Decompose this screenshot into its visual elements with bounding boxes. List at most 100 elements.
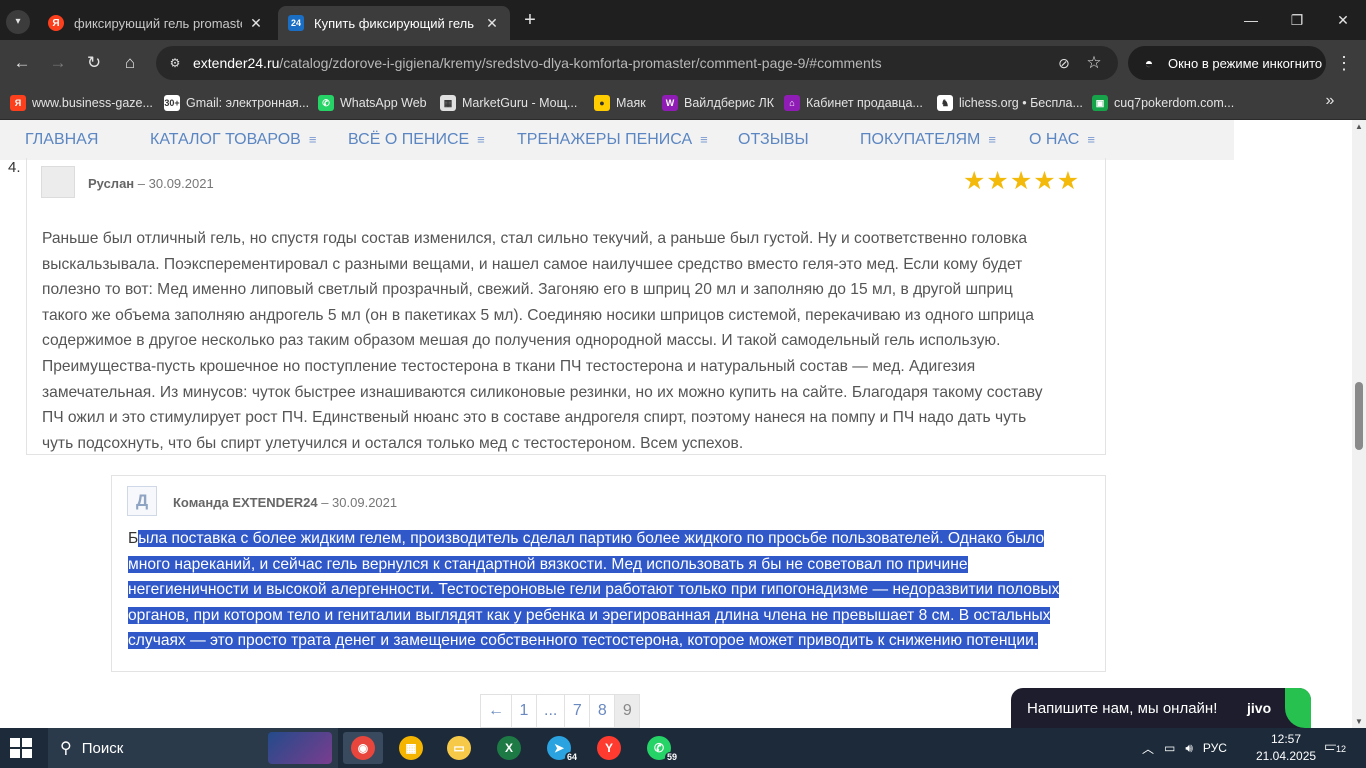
scroll-up-icon[interactable]: ▲ xyxy=(1352,122,1366,131)
scroll-down-icon[interactable]: ▼ xyxy=(1352,717,1366,726)
browser-tab-2-active[interactable]: 24 Купить фиксирующий гель Pro ✕ xyxy=(278,6,510,40)
app-glyph: Y xyxy=(597,736,621,760)
comment-line: Раньше был отличный гель, но спустя годы… xyxy=(42,230,1028,247)
whatsapp-icon: ✆ xyxy=(318,95,334,111)
gmail-icon: 30+ xyxy=(164,95,180,111)
comment-line: полезно то вот: Мед именно липовый светл… xyxy=(42,281,1013,299)
nav-item[interactable]: ТРЕНАЖЕРЫ ПЕНИСА ≡ xyxy=(517,131,708,149)
bookmarks-bar: » Яwww.business-gaze... 30+ Gmail: электро… xyxy=(0,86,1366,120)
jivo-logo-icon: jivo xyxy=(1247,700,1272,716)
pagination: ← 1... 7 8 9 xyxy=(480,694,641,728)
avatar xyxy=(41,166,75,198)
minimize-icon[interactable]: — xyxy=(1236,8,1266,32)
explorer-icon[interactable]: ▭ xyxy=(439,732,479,764)
reply-date: – 30.09.2021 xyxy=(321,495,398,510)
comment-line: ПЧ ожил и это стимулирует рост ПЧ. Единс… xyxy=(42,409,1027,427)
close-tab-icon[interactable]: ✕ xyxy=(248,15,264,32)
bookmark-item[interactable]: ⌂ Кабинет продавца... xyxy=(784,92,923,114)
new-tab-button[interactable]: + xyxy=(518,8,542,32)
notifications-icon[interactable]: ▭ 12 xyxy=(1324,738,1349,758)
prev-page-button[interactable]: ← xyxy=(480,694,512,728)
search-icon: ⚲ xyxy=(60,740,72,757)
comment-date: – 30.09.2021 xyxy=(137,176,214,191)
notifications-count: 12 xyxy=(1334,744,1349,754)
app-glyph: ◉ xyxy=(351,736,375,760)
yandex-browser-icon[interactable]: Y xyxy=(589,732,629,764)
page-scrollbar[interactable]: ▲ ▼ xyxy=(1352,120,1366,728)
comment-author: Руслан xyxy=(88,176,135,191)
taskbar-search-placeholder: Поиск xyxy=(81,739,124,757)
address-bar[interactable]: ⚙ extender24.ru/catalog/zdorove-i-gigien… xyxy=(156,46,1118,80)
more-bookmarks-icon[interactable]: » xyxy=(1320,92,1340,110)
volume-icon[interactable]: 🔊︎ xyxy=(1185,741,1193,756)
browser-tab-1[interactable]: Я фиксирующий гель promaster ✕ xyxy=(38,6,274,40)
home-icon[interactable]: ⌂ xyxy=(118,51,142,75)
eye-off-icon[interactable]: ⊘ xyxy=(1054,54,1074,72)
page-button[interactable]: 7 xyxy=(564,694,591,728)
page-button[interactable]: 1 xyxy=(511,694,537,728)
taskbar-search[interactable]: ⚲ Поиск xyxy=(48,728,338,768)
close-tab-icon[interactable]: ✕ xyxy=(484,15,500,32)
bookmark-item[interactable]: ▦ MarketGuru - Мощ... xyxy=(440,92,577,114)
bookmark-label: MarketGuru - Мощ... xyxy=(462,96,578,110)
bookmark-item[interactable]: ▣ cuq7pokerdom.com... xyxy=(1092,92,1234,114)
bookmark-item[interactable]: ✆ WhatsApp Web xyxy=(318,92,427,114)
bookmark-label: www.business-gaze... xyxy=(32,96,153,110)
tray-icons[interactable]: ︿ ▭ 🔊︎ РУС xyxy=(1142,728,1227,768)
marketguru-icon: ▦ xyxy=(440,95,456,111)
nav-item[interactable]: О НАС ≡ xyxy=(1029,131,1095,149)
dropdown-icon: ≡ xyxy=(988,132,996,147)
nav-item[interactable]: ОТЗЫВЫ xyxy=(738,131,809,149)
nav-item[interactable]: ПОКУПАТЕЛЯМ ≡ xyxy=(860,131,996,149)
site-info-icon[interactable]: ⚙ xyxy=(166,54,184,72)
bookmark-item[interactable]: W Вайлдберис ЛК xyxy=(662,92,774,114)
bookmark-label: lichess.org • Беспла... xyxy=(959,96,1083,110)
nav-item-label: ВСЁ О ПЕНИСЕ xyxy=(348,131,470,148)
close-window-icon[interactable]: ✕ xyxy=(1328,8,1358,32)
incognito-icon: ◓ xyxy=(1144,55,1154,71)
chat-widget[interactable]: Напишите нам, мы онлайн! jivo xyxy=(1011,688,1311,728)
show-hidden-icons-icon[interactable]: ︿ xyxy=(1142,740,1154,757)
telegram-icon[interactable]: ➤ 64 xyxy=(539,732,579,764)
bookmark-item[interactable]: ♞ lichess.org • Беспла... xyxy=(937,92,1083,114)
store-icon[interactable]: ▦ xyxy=(391,732,431,764)
chrome-icon[interactable]: ◉ xyxy=(343,732,383,764)
comment-meta: Руслан – 30.09.2021 xyxy=(88,176,214,191)
restore-icon[interactable]: ❐ xyxy=(1282,8,1312,32)
bookmark-item[interactable]: Яwww.business-gaze... xyxy=(10,92,153,114)
language-indicator[interactable]: РУС xyxy=(1203,741,1227,755)
selected-text: негегиеничности и высокой алергенности. … xyxy=(128,581,1060,599)
bookmark-label: Gmail: электронная... xyxy=(186,96,310,110)
url-text[interactable]: extender24.ru/catalog/zdorove-i-gigiena/… xyxy=(193,55,882,71)
browser-menu-icon[interactable]: ⋮ xyxy=(1334,51,1354,75)
clock[interactable]: 12:57 21.04.2025 xyxy=(1256,731,1316,765)
avatar: Д xyxy=(127,486,157,516)
windows-start-icon[interactable] xyxy=(10,738,32,758)
page-button[interactable]: 8 xyxy=(589,694,616,728)
excel-icon[interactable]: X xyxy=(489,732,529,764)
app-glyph: ▭ xyxy=(447,736,471,760)
windows-taskbar: ⚲ Поиск ◉ ▦ ▭ X ➤ 64 Y ✆ 59 ︿ ▭ 🔊︎ РУС 12:57 21.… xyxy=(0,728,1366,768)
bookmark-item[interactable]: ● Маяк xyxy=(594,92,646,114)
bookmark-star-icon[interactable]: ☆ xyxy=(1084,53,1104,73)
forward-icon[interactable]: → xyxy=(46,51,70,75)
whatsapp-icon[interactable]: ✆ 59 xyxy=(639,732,679,764)
comment-line: замечательная. Из минусов: чуток быстрее… xyxy=(42,383,1043,401)
nav-item[interactable]: ВСЁ О ПЕНИСЕ ≡ xyxy=(348,131,485,149)
back-icon[interactable]: ← xyxy=(10,51,34,75)
browser-toolbar: ← → ↻ ⌂ ⚙ extender24.ru/catalog/zdorove-… xyxy=(0,40,1366,86)
reload-icon[interactable]: ↻ xyxy=(82,51,106,75)
bookmark-item[interactable]: 30+ Gmail: электронная... xyxy=(164,92,309,114)
incognito-badge[interactable]: ◓ Окно в режиме инкогнито xyxy=(1128,46,1326,80)
page-button[interactable]: ... xyxy=(536,694,566,728)
nav-item[interactable]: ГЛАВНАЯ xyxy=(25,131,98,149)
battery-icon[interactable]: ▭ xyxy=(1164,741,1175,755)
page-button[interactable]: 9 xyxy=(614,694,641,728)
dropdown-icon: ≡ xyxy=(477,132,485,147)
reply-author: Команда EXTENDER24 xyxy=(173,495,318,510)
scrollbar-thumb[interactable] xyxy=(1355,382,1363,450)
dropdown-icon: ≡ xyxy=(1087,132,1095,147)
lichess-icon: ♞ xyxy=(937,95,953,111)
nav-item[interactable]: КАТАЛОГ ТОВАРОВ ≡ xyxy=(150,131,316,149)
tab-search-icon[interactable]: ▾ xyxy=(6,10,30,34)
